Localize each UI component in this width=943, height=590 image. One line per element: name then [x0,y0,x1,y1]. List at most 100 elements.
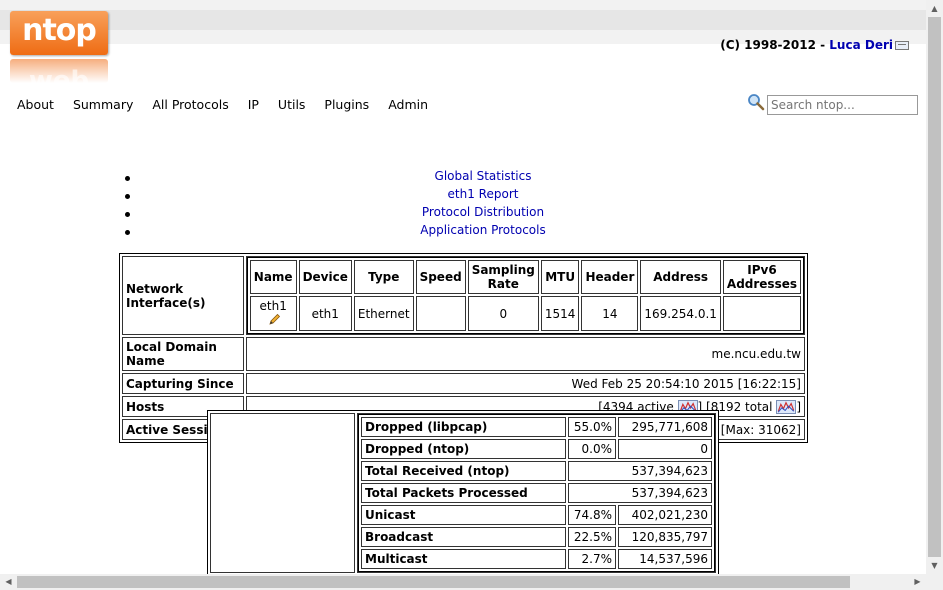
list-item: Protocol Distribution [0,205,926,223]
stat-label: Total Received (ntop) [361,461,566,481]
table-row: Unicast 74.8% 402,021,230 [361,505,712,525]
menu-utils[interactable]: Utils [278,97,306,112]
table-row: Total Received (ntop) 537,394,623 [361,461,712,481]
menu-ip[interactable]: IP [248,97,259,112]
stat-value: 14,537,596 [618,549,712,569]
copyright: (C) 1998-2012 - Luca Deri [720,38,909,52]
ntop-logo[interactable]: ntop web [10,11,108,83]
list-item: eth1 Report [0,187,926,205]
table-row: Capturing Since Wed Feb 25 20:54:10 2015… [122,373,805,394]
iface-address: 169.254.0.1 [640,296,721,331]
link-application-protocols[interactable]: Application Protocols [420,223,545,237]
pencil-icon[interactable] [268,313,281,326]
mail-icon[interactable] [895,41,909,50]
iface-speed [415,296,466,331]
bullet [125,176,130,181]
scroll-up-icon[interactable]: ▲ [926,0,943,17]
menu-admin[interactable]: Admin [388,97,428,112]
table-row: Multicast 2.7% 14,537,596 [361,549,712,569]
copyright-text: (C) 1998-2012 - [720,38,830,52]
top-banner-stripe [0,10,926,30]
col-header: IPv6 Addresses [722,260,801,294]
table-row: Dropped (libpcap) 55.0% 295,771,608 Droppe… [210,413,716,573]
search-input[interactable] [767,95,918,115]
packet-stats-cell: Dropped (libpcap) 55.0% 295,771,608 Droppe… [357,413,716,573]
table-row: Network Interface(s) Name Device Type Sp… [122,256,805,335]
stat-label: Multicast [361,549,566,569]
stat-value: 120,835,797 [618,527,712,547]
stat-percent: 0.0% [568,439,616,459]
report-links: Global Statistics eth1 Report Protocol D… [0,169,926,241]
table-row: Dropped (libpcap) 55.0% 295,771,608 [361,417,712,437]
menu-plugins[interactable]: Plugins [324,97,369,112]
menu-about[interactable]: About [17,97,54,112]
iface-name-cell: eth1 [249,296,297,331]
stat-label: Dropped (libpcap) [361,417,566,437]
stat-value: 0 [618,439,712,459]
iface-device: eth1 [298,296,352,331]
interfaces-cell: Name Device Type Speed Sampling Rate MTU… [245,256,805,335]
col-header: Name [249,260,297,294]
table-row: Dropped (ntop) 0.0% 0 [361,439,712,459]
scroll-down-icon[interactable]: ▼ [926,557,943,574]
iface-type: Ethernet [353,296,414,331]
packet-stats-side-cell [210,413,355,573]
horizontal-scrollbar[interactable]: ◀ ▶ [0,574,926,590]
col-header: Header [581,260,639,294]
table-row: eth1 eth1 Ethernet 0 1514 14 169.254.0.1 [249,296,801,331]
search-icon [748,94,765,111]
vertical-scroll-thumb[interactable] [928,17,941,557]
col-header: Speed [415,260,466,294]
stat-label: Broadcast [361,527,566,547]
link-global-statistics[interactable]: Global Statistics [435,169,532,183]
table-row: Name Device Type Speed Sampling Rate MTU… [249,260,801,294]
scroll-left-icon[interactable]: ◀ [0,574,17,590]
iface-mtu: 1514 [540,296,580,331]
stat-label: Total Packets Processed [361,483,566,503]
capturing-since-label: Capturing Since [122,373,244,394]
col-header: MTU [540,260,580,294]
menu-all-protocols[interactable]: All Protocols [152,97,228,112]
stat-percent: 74.8% [568,505,616,525]
iface-ipv6 [722,296,801,331]
vertical-scrollbar[interactable]: ▲ ▼ [926,0,943,574]
table-row: Total Packets Processed 537,394,623 [361,483,712,503]
horizontal-scroll-thumb[interactable] [17,576,850,588]
scrollbar-corner [926,574,943,590]
table-row: Broadcast 22.5% 120,835,797 [361,527,712,547]
network-interfaces-label: Network Interface(s) [122,256,244,335]
stat-value: 402,021,230 [618,505,712,525]
local-domain-value: me.ncu.edu.tw [245,337,805,371]
list-item: Application Protocols [0,223,926,241]
link-protocol-distribution[interactable]: Protocol Distribution [422,205,544,219]
scroll-right-icon[interactable]: ▶ [909,574,926,590]
col-header: Sampling Rate [467,260,539,294]
logo-text: ntop [10,11,108,55]
table-row: Local Domain Name me.ncu.edu.tw [122,337,805,371]
main-menu: About Summary All Protocols IP Utils Plu… [17,97,443,112]
page-viewport: ntop web (C) 1998-2012 - Luca Deri About… [0,0,926,574]
menu-summary[interactable]: Summary [73,97,133,112]
capturing-since-value: Wed Feb 25 20:54:10 2015 [16:22:15] [245,373,805,394]
interfaces-table: Name Device Type Speed Sampling Rate MTU… [246,257,804,334]
logo-reflection: web [10,59,108,83]
author-link[interactable]: Luca Deri [829,38,893,52]
stat-percent: 55.0% [568,417,616,437]
stat-label: Dropped (ntop) [361,439,566,459]
stat-value: 537,394,623 [568,483,712,503]
stat-percent: 22.5% [568,527,616,547]
col-header: Address [640,260,721,294]
stat-value: 537,394,623 [568,461,712,481]
hosts-end: ] [796,399,801,414]
iface-header: 14 [581,296,639,331]
link-eth1-report[interactable]: eth1 Report [448,187,519,201]
stat-percent: 2.7% [568,549,616,569]
bullet [125,194,130,199]
stat-value: 295,771,608 [618,417,712,437]
local-domain-label: Local Domain Name [122,337,244,371]
chart-icon[interactable] [776,399,797,414]
packet-stats-container: Dropped (libpcap) 55.0% 295,771,608 Droppe… [207,410,719,574]
iface-sampling-rate: 0 [467,296,539,331]
col-header: Type [353,260,414,294]
bullet [125,212,130,217]
